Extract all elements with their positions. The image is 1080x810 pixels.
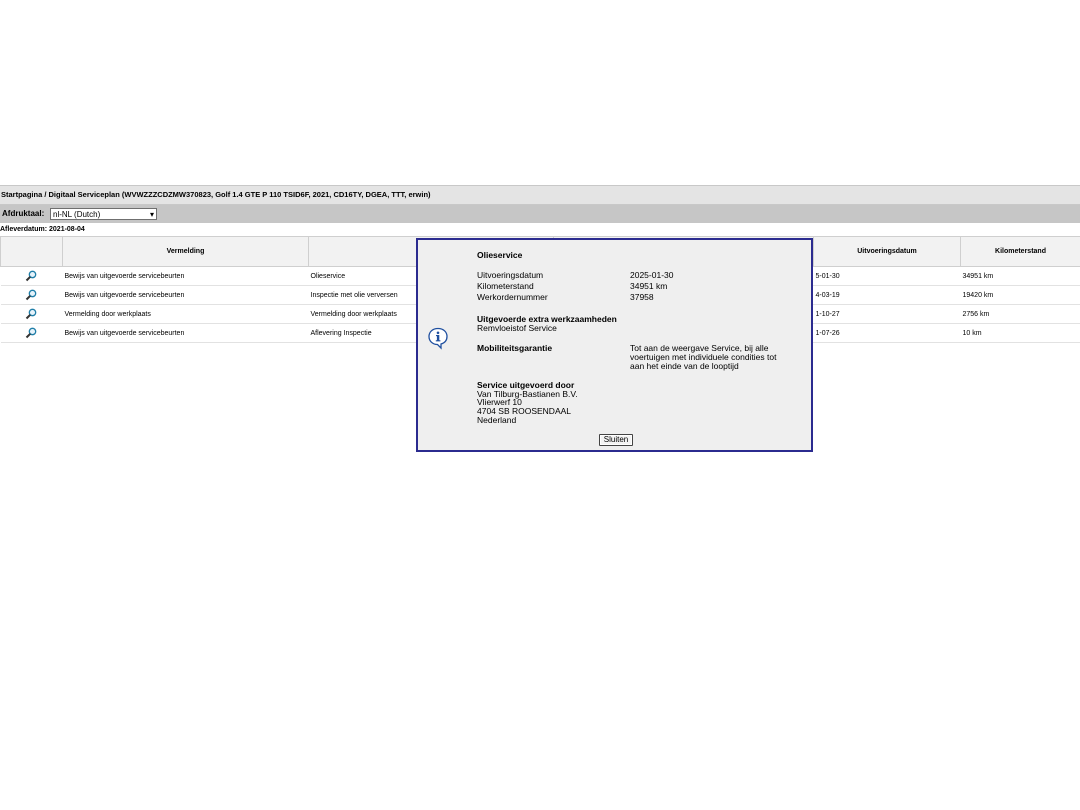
row-date: 1-10-27 (813, 304, 961, 324)
mobility-guarantee-text-3: aan het einde van de looptijd (630, 361, 739, 371)
details-cell[interactable] (0, 323, 63, 343)
row-date: 4-03-19 (813, 285, 961, 305)
row-date: 5-01-30 (813, 266, 961, 286)
field-value-kilometerstand: 34951 km (630, 281, 668, 291)
row-km: 34951 km (960, 266, 1080, 286)
field-label-kilometerstand: Kilometerstand (477, 281, 534, 291)
details-cell[interactable] (0, 266, 63, 286)
field-value-uitvoeringsdatum: 2025-01-30 (630, 270, 674, 280)
field-value-werkordernummer: 37958 (630, 292, 654, 302)
extra-work-value: Remvloeistof Service (477, 323, 557, 333)
delivery-date: Afleverdatum: 2021-08-04 (0, 226, 85, 233)
mobility-guarantee-label: Mobiliteitsgarantie (477, 343, 553, 353)
details-cell[interactable] (0, 304, 63, 324)
header-vermelding: Vermelding (62, 236, 309, 267)
magnifier-icon[interactable] (25, 327, 37, 339)
row-vermelding: Bewijs van uitgevoerde servicebeurten (62, 266, 309, 286)
info-icon (428, 327, 448, 350)
row-vermelding: Bewijs van uitgevoerde servicebeurten (62, 285, 309, 305)
row-km: 2756 km (960, 304, 1080, 324)
service-details-dialog: Olieservice Uitvoeringsdatum 2025-01-30 … (416, 238, 813, 452)
breadcrumb-text[interactable]: Startpagina / Digitaal Serviceplan (WVWZ… (0, 190, 431, 199)
row-vermelding: Vermelding door werkplaats (62, 304, 309, 324)
field-label-werkordernummer: Werkordernummer (477, 292, 548, 302)
breadcrumb: Startpagina / Digitaal Serviceplan (WVWZ… (0, 185, 1080, 205)
performed-by-line-4: Nederland (477, 415, 517, 425)
details-cell[interactable] (0, 285, 63, 305)
row-km: 19420 km (960, 285, 1080, 305)
dialog-title: Olieservice (477, 250, 523, 260)
field-label-uitvoeringsdatum: Uitvoeringsdatum (477, 270, 544, 280)
row-vermelding: Bewijs van uitgevoerde servicebeurten (62, 323, 309, 343)
header-icon (0, 236, 63, 267)
close-button[interactable]: Sluiten (599, 434, 633, 446)
header-kilometerstand: Kilometerstand (960, 236, 1080, 267)
print-language-select[interactable]: nl-NL (Dutch) ▾ (50, 208, 157, 220)
row-date: 1-07-26 (813, 323, 961, 343)
chevron-down-icon: ▾ (149, 210, 154, 219)
print-language-bar: Afdruktaal: nl-NL (Dutch) ▾ (0, 205, 1080, 223)
magnifier-icon[interactable] (25, 289, 37, 301)
print-language-label: Afdruktaal: (2, 209, 45, 218)
magnifier-icon[interactable] (25, 308, 37, 320)
print-language-value: nl-NL (Dutch) (53, 210, 101, 219)
header-uitvoeringsdatum: Uitvoeringsdatum (813, 236, 961, 267)
magnifier-icon[interactable] (25, 270, 37, 282)
row-km: 10 km (960, 323, 1080, 343)
